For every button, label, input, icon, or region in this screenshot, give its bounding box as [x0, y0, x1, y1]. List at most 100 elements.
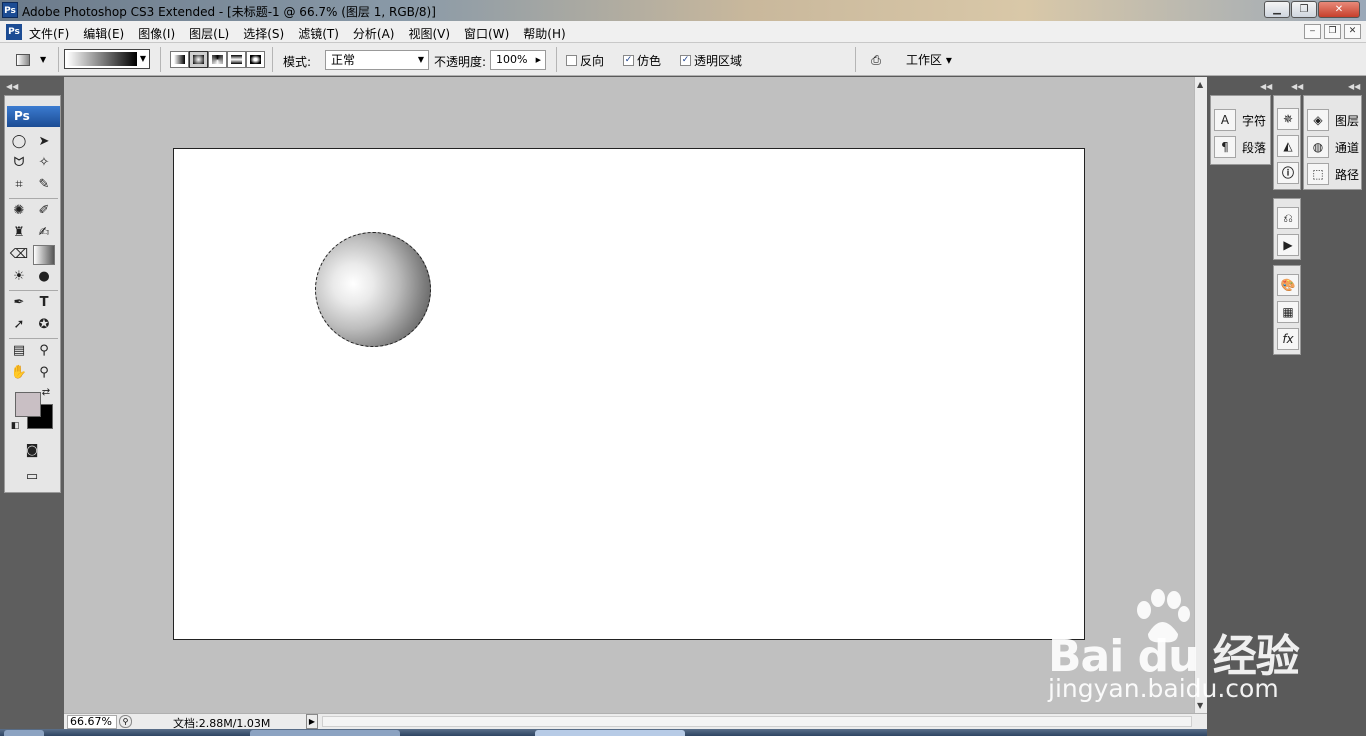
chevron-right-icon[interactable]: ▶	[536, 51, 541, 69]
menu-view[interactable]: 视图(V)	[408, 25, 450, 42]
status-bar: 66.67% ⚲ 文档:2.88M/1.03M ▶	[64, 713, 1207, 730]
doc-restore-button[interactable]: ❐	[1324, 24, 1341, 39]
taskbar-item-active[interactable]	[535, 730, 685, 736]
swap-colors-icon[interactable]: ⇄	[39, 386, 53, 400]
quick-mask-icon[interactable]: ◙	[21, 441, 43, 461]
swatches-icon[interactable]: ▦	[1277, 301, 1299, 323]
screen-mode-icon[interactable]: ▭	[21, 467, 43, 487]
status-menu-arrow-icon[interactable]: ▶	[306, 714, 318, 729]
mode-select[interactable]: 正常 ▼	[325, 50, 429, 70]
history-brush-tool-icon[interactable]: ✍	[33, 223, 55, 243]
menu-window[interactable]: 窗口(W)	[464, 25, 509, 42]
zoom-icon[interactable]: ⚲	[119, 715, 132, 728]
magic-wand-tool-icon[interactable]: ✧	[33, 153, 55, 173]
reverse-checkbox[interactable]: 反向	[566, 52, 604, 69]
dither-checkbox[interactable]: ✓ 仿色	[623, 52, 661, 69]
gradient-sphere-selection[interactable]	[315, 232, 431, 347]
vertical-scrollbar[interactable]: ▲ ▼	[1194, 77, 1207, 713]
scroll-down-icon[interactable]: ▼	[1197, 701, 1203, 710]
gradient-picker[interactable]: ▼	[64, 49, 150, 69]
paths-icon: ⬚	[1307, 163, 1329, 185]
paragraph-icon: ¶	[1214, 136, 1236, 158]
transparency-checkbox-box[interactable]: ✓	[680, 55, 691, 66]
history-icon[interactable]: ⎌	[1277, 207, 1299, 229]
brush-tool-icon[interactable]: ✐	[33, 201, 55, 221]
menu-file[interactable]: 文件(F)	[29, 25, 69, 42]
marquee-tool-icon[interactable]: ◯	[8, 132, 30, 152]
menu-select[interactable]: 选择(S)	[243, 25, 284, 42]
eyedropper-tool-icon[interactable]: ⚲	[33, 341, 55, 361]
eraser-tool-icon[interactable]: ⌫	[8, 245, 30, 265]
taskbar-item[interactable]	[250, 730, 400, 736]
restore-button[interactable]: ❐	[1291, 1, 1317, 18]
linear-gradient-button[interactable]	[170, 51, 189, 68]
radial-gradient-button[interactable]	[189, 51, 208, 68]
hand-tool-icon[interactable]: ✋	[8, 363, 30, 383]
collapse-dock-icon[interactable]: ◀◀	[1348, 82, 1360, 92]
color-palette-icon[interactable]: 🎨	[1277, 274, 1299, 296]
blur-tool-icon[interactable]: ☀	[8, 267, 30, 287]
menu-analysis[interactable]: 分析(A)	[353, 25, 395, 42]
document-icon[interactable]: Ps	[6, 24, 22, 40]
layers-panel-button[interactable]: ◈ 图层	[1307, 108, 1359, 132]
menu-image[interactable]: 图像(I)	[138, 25, 175, 42]
actions-icon[interactable]: ▶	[1277, 234, 1299, 256]
reverse-checkbox-box[interactable]	[566, 55, 577, 66]
minimize-button[interactable]: ▁	[1264, 1, 1290, 18]
lasso-tool-icon[interactable]: ᗢ	[8, 153, 30, 173]
bridge-icon[interactable]: ⎙	[863, 50, 889, 70]
paths-panel-button[interactable]: ⬚ 路径	[1307, 162, 1359, 186]
dither-checkbox-box[interactable]: ✓	[623, 55, 634, 66]
default-colors-icon[interactable]: ◧	[9, 420, 21, 432]
paragraph-panel-button[interactable]: ¶ 段落	[1214, 135, 1266, 159]
clone-stamp-tool-icon[interactable]: ♜	[8, 223, 30, 243]
pen-tool-icon[interactable]: ✒	[8, 293, 30, 313]
separator	[855, 47, 856, 72]
collapse-toolbox-icon[interactable]: ◀◀	[6, 82, 18, 91]
doc-minimize-button[interactable]: ‒	[1304, 24, 1321, 39]
angle-gradient-button[interactable]	[208, 51, 227, 68]
histogram-icon[interactable]: ◭	[1277, 135, 1299, 157]
tool-preset-picker[interactable]: ▼	[10, 50, 52, 70]
zoom-tool-icon[interactable]: ⚲	[33, 363, 55, 383]
slice-tool-icon[interactable]: ✎	[33, 175, 55, 195]
dodge-tool-icon[interactable]: ●	[33, 267, 55, 287]
separator	[160, 47, 161, 72]
doc-close-button[interactable]: ✕	[1344, 24, 1361, 39]
transparency-checkbox[interactable]: ✓ 透明区域	[680, 52, 742, 69]
menu-help[interactable]: 帮助(H)	[523, 25, 565, 42]
move-tool-icon[interactable]: ➤	[33, 132, 55, 152]
foreground-color-swatch[interactable]	[15, 392, 41, 417]
gradient-tool-icon[interactable]	[33, 245, 55, 265]
scroll-up-icon[interactable]: ▲	[1197, 80, 1203, 89]
horizontal-scrollbar[interactable]	[322, 716, 1192, 727]
notes-tool-icon[interactable]: ▤	[8, 341, 30, 361]
reflected-gradient-button[interactable]	[227, 51, 246, 68]
menu-filter[interactable]: 滤镜(T)	[298, 25, 339, 42]
styles-fx-icon[interactable]: fx	[1277, 328, 1299, 350]
chevron-down-icon[interactable]: ▼	[138, 52, 148, 66]
menu-layer[interactable]: 图层(L)	[189, 25, 229, 42]
character-label: 字符	[1242, 113, 1267, 128]
channels-panel-button[interactable]: ◍ 通道	[1307, 135, 1359, 159]
opacity-field[interactable]: 100% ▶	[490, 50, 546, 70]
navigator-icon[interactable]: ✵	[1277, 108, 1299, 130]
menu-edit[interactable]: 编辑(E)	[83, 25, 124, 42]
workspace-menu[interactable]: 工作区 ▾	[906, 51, 952, 68]
diamond-gradient-button[interactable]	[246, 51, 265, 68]
crop-tool-icon[interactable]: ⌗	[8, 175, 30, 195]
start-button[interactable]	[4, 730, 44, 736]
close-button[interactable]: ✕	[1318, 1, 1360, 18]
opacity-value: 100%	[496, 53, 528, 66]
info-icon[interactable]: ⓘ	[1277, 162, 1299, 184]
shape-tool-icon[interactable]: ✪	[33, 315, 55, 335]
document-canvas[interactable]	[173, 148, 1085, 640]
dither-label: 仿色	[637, 54, 662, 68]
collapse-dock-icon[interactable]: ◀◀	[1260, 82, 1272, 92]
healing-brush-tool-icon[interactable]: ✺	[8, 201, 30, 221]
path-selection-tool-icon[interactable]: ➚	[8, 315, 30, 335]
zoom-field[interactable]: 66.67%	[67, 715, 117, 729]
character-panel-button[interactable]: A 字符	[1214, 108, 1266, 132]
collapse-dock-icon[interactable]: ◀◀	[1291, 82, 1303, 92]
type-tool-icon[interactable]: T	[33, 293, 55, 313]
